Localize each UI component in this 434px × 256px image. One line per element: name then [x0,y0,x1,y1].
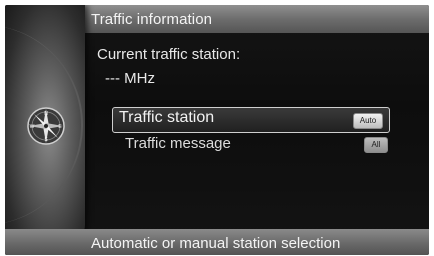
compass-n: N [44,111,48,117]
page-title: Traffic information [91,11,213,28]
menu-item-traffic-station[interactable]: Traffic station Auto [112,107,390,133]
setting-value-badge: Auto [353,113,383,129]
menu-item-traffic-message[interactable]: Traffic message All [112,133,388,155]
help-text: Automatic or manual station selection [91,235,341,252]
current-station-label: Current traffic station: [97,46,241,63]
station-frequency: --- MHz [105,70,155,87]
compass-icon: N E S W [27,107,65,145]
menu-item-label: Traffic message [125,135,231,152]
setting-value-badge: All [364,137,388,153]
status-bar: Automatic or manual station selection [5,229,429,255]
infotainment-screen: Traffic information N E S W Current traf… [5,5,429,255]
compass-w: W [30,124,35,130]
menu-item-label: Traffic station [119,109,215,126]
left-panel: N E S W [5,5,85,255]
